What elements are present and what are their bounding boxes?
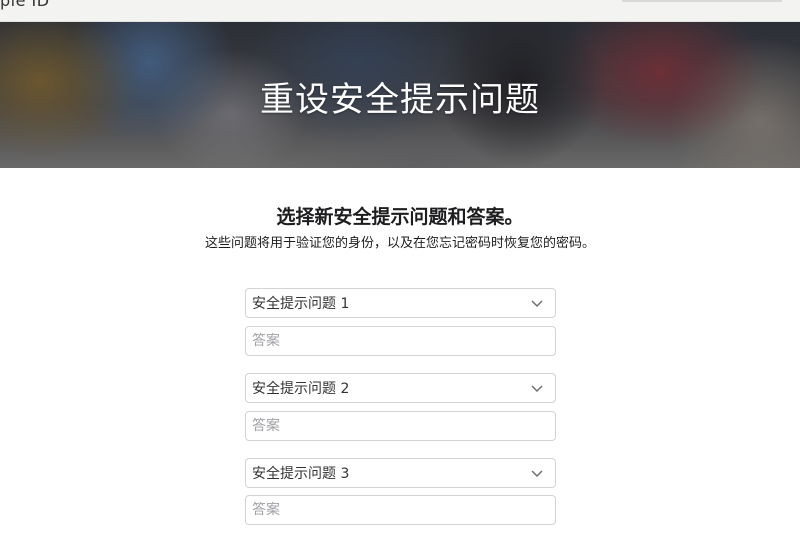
security-question-3-label: 安全提示问题 3 (252, 466, 350, 482)
security-answer-1-input[interactable] (245, 326, 556, 356)
page-title: 重设安全提示问题 (260, 80, 540, 120)
security-answer-3-input[interactable] (245, 495, 556, 525)
section-description: 这些问题将用于验证您的身份，以及在您忘记密码时恢复您的密码。 (204, 236, 595, 251)
security-question-1-label: 安全提示问题 1 (252, 296, 350, 312)
security-answer-2-input[interactable] (245, 411, 556, 441)
security-question-3-select[interactable]: 安全提示问题 3 (245, 458, 556, 488)
security-question-2-select[interactable]: 安全提示问题 2 (245, 373, 556, 403)
chevron-down-icon (531, 470, 543, 478)
brand-logo-text[interactable]: ple ID (0, 0, 50, 10)
security-question-2-label: 安全提示问题 2 (252, 381, 350, 397)
top-navigation-bar: ple ID (0, 0, 800, 22)
nav-placeholder (622, 0, 782, 2)
security-question-1-select[interactable]: 安全提示问题 1 (245, 288, 556, 318)
chevron-down-icon (531, 385, 543, 393)
hero-banner: 重设安全提示问题 (0, 22, 800, 168)
chevron-down-icon (531, 300, 543, 308)
section-heading: 选择新安全提示问题和答案。 (276, 206, 524, 228)
